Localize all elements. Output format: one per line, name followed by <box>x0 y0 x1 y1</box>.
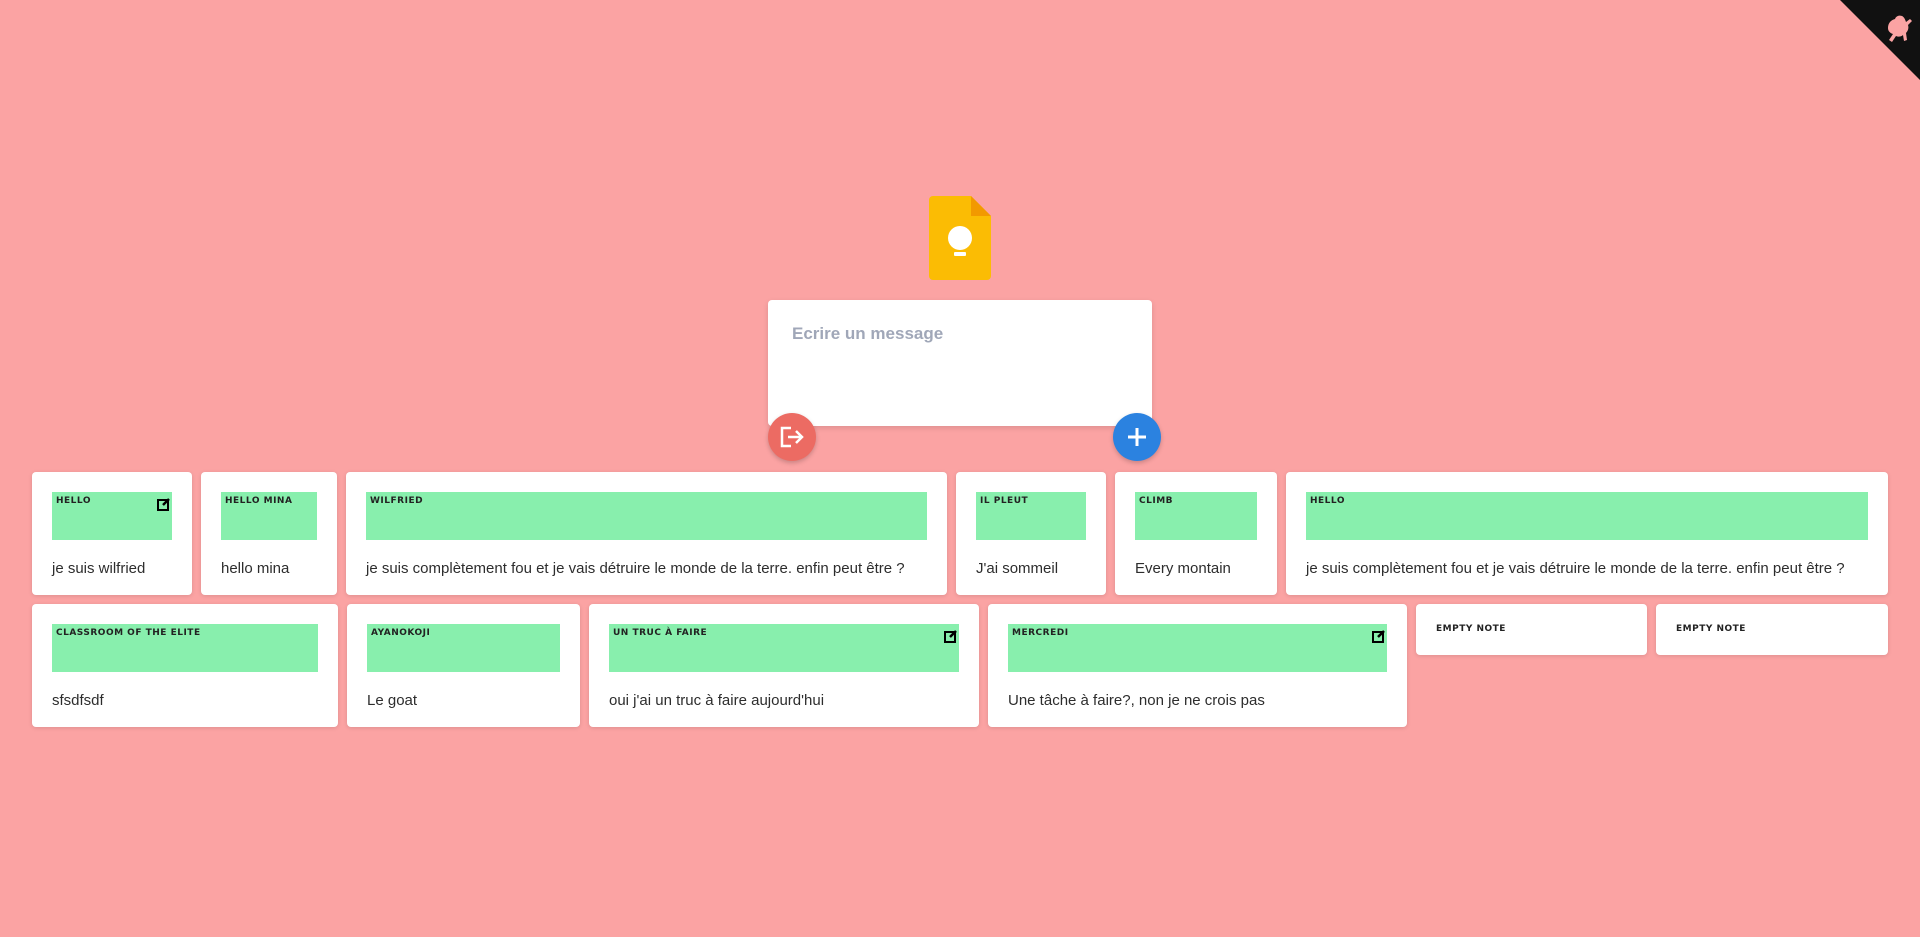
note-header: HELLO <box>52 492 172 540</box>
note-title: EMPTY NOTE <box>1676 624 1746 634</box>
note-header: WILFRIED <box>366 492 927 540</box>
note-header: CLASSROOM OF THE ELITE <box>52 624 318 672</box>
note-body: Une tâche à faire?, non je ne crois pas <box>1008 692 1265 709</box>
note-card[interactable]: MERCREDI Une tâche à faire?, non je ne c… <box>988 604 1407 727</box>
note-title: HELLO <box>1310 496 1345 506</box>
note-body: Every montain <box>1135 560 1231 577</box>
note-card[interactable]: HELLO je suis wilfried <box>32 472 192 595</box>
note-body: sfsdfsdf <box>52 692 104 709</box>
edit-note-button[interactable] <box>943 628 959 644</box>
lightbulb-note-icon <box>929 196 991 280</box>
add-note-button[interactable] <box>1113 413 1161 461</box>
note-title: HELLO <box>56 496 91 506</box>
github-corner-link[interactable] <box>1840 0 1920 80</box>
note-body: je suis complètement fou et je vais détr… <box>1306 560 1845 577</box>
note-title: IL PLEUT <box>980 496 1029 506</box>
note-card[interactable]: UN TRUC À FAIRE oui j'ai un truc à faire… <box>589 604 979 727</box>
keep-logo <box>929 196 991 280</box>
note-body: oui j'ai un truc à faire aujourd'hui <box>609 692 825 709</box>
note-body: J'ai sommeil <box>976 560 1059 577</box>
note-body: Le goat <box>367 692 418 709</box>
note-card[interactable]: HELLO MINA hello mina <box>201 472 337 595</box>
note-title: MERCREDI <box>1012 628 1069 638</box>
note-header: IL PLEUT <box>976 492 1086 540</box>
note-title: CLIMB <box>1139 496 1174 506</box>
note-card[interactable]: WILFRIED je suis complètement fou et je … <box>346 472 947 595</box>
note-header: AYANOKOJI <box>367 624 560 672</box>
note-title: CLASSROOM OF THE ELITE <box>56 628 201 638</box>
note-title: AYANOKOJI <box>371 628 431 638</box>
edit-note-button[interactable] <box>156 496 172 512</box>
logout-button[interactable] <box>768 413 816 461</box>
note-title: WILFRIED <box>370 496 424 506</box>
note-card[interactable]: IL PLEUT J'ai sommeil <box>956 472 1106 595</box>
note-header: HELLO <box>1306 492 1868 540</box>
note-card[interactable]: HELLO je suis complètement fou et je vai… <box>1286 472 1888 595</box>
note-body: je suis complètement fou et je vais détr… <box>366 560 905 577</box>
logout-icon <box>780 426 804 448</box>
edit-note-button[interactable] <box>1371 628 1387 644</box>
edit-icon <box>944 630 957 643</box>
github-cat-icon <box>1840 0 1920 80</box>
note-title: UN TRUC À FAIRE <box>613 628 708 638</box>
note-body: hello mina <box>221 560 290 577</box>
plus-icon <box>1128 428 1146 446</box>
empty-note-card[interactable]: EMPTY NOTE <box>1416 604 1647 655</box>
note-header: MERCREDI <box>1008 624 1387 672</box>
edit-icon <box>157 498 170 511</box>
edit-icon <box>1372 630 1385 643</box>
note-card[interactable]: CLIMB Every montain <box>1115 472 1277 595</box>
message-composer <box>768 300 1152 426</box>
note-card[interactable]: CLASSROOM OF THE ELITE sfsdfsdf <box>32 604 338 727</box>
empty-note-card[interactable]: EMPTY NOTE <box>1656 604 1888 655</box>
note-card[interactable]: AYANOKOJI Le goat <box>347 604 580 727</box>
message-input[interactable] <box>792 324 1132 414</box>
note-title: HELLO MINA <box>225 496 293 506</box>
page: HELLO je suis wilfried HELLO MINA hello … <box>0 0 1920 937</box>
note-header: CLIMB <box>1135 492 1257 540</box>
note-header: UN TRUC À FAIRE <box>609 624 959 672</box>
note-title: EMPTY NOTE <box>1436 624 1506 634</box>
note-body: je suis wilfried <box>52 560 146 577</box>
note-header: HELLO MINA <box>221 492 317 540</box>
